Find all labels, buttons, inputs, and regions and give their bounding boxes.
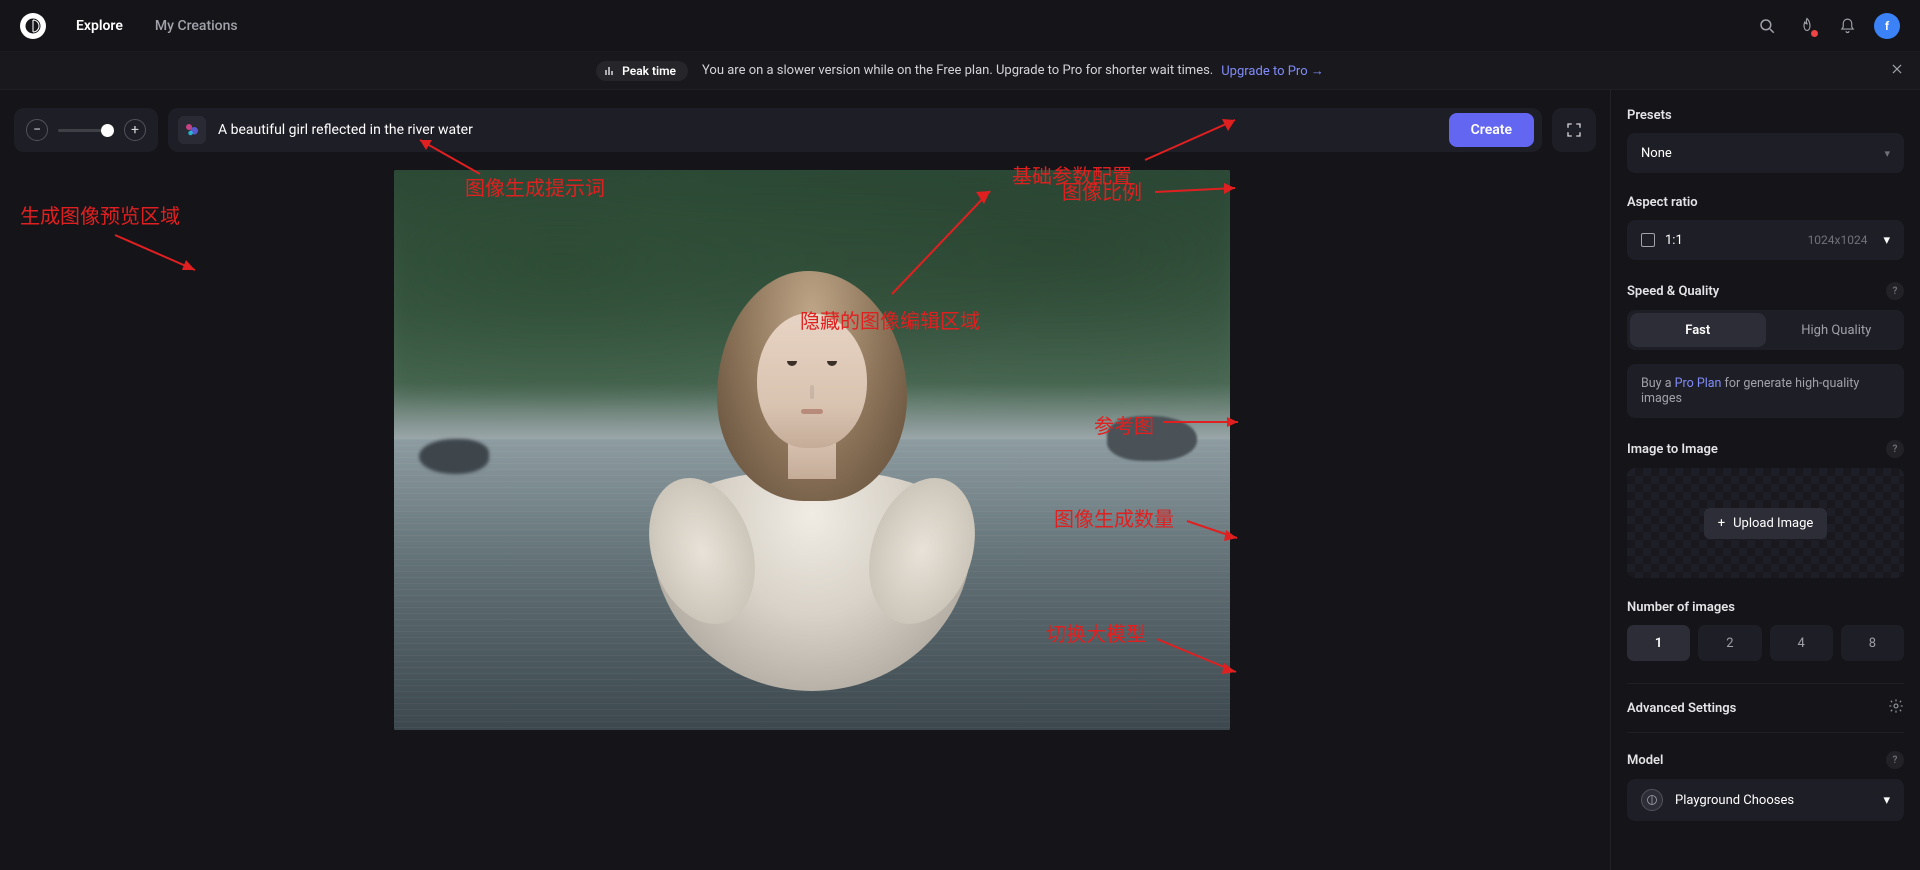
banner-text: You are on a slower version while on the… <box>702 63 1213 78</box>
upgrade-link[interactable]: Upgrade to Pro → <box>1221 63 1324 79</box>
num-8-button[interactable]: 8 <box>1841 625 1904 661</box>
upload-dropzone[interactable]: + Upload Image <box>1627 468 1904 578</box>
zoom-slider[interactable] <box>58 129 114 132</box>
presets-select[interactable]: None ▾ <box>1627 133 1904 173</box>
peak-time-tag: Peak time <box>596 61 688 81</box>
num-4-button[interactable]: 4 <box>1770 625 1833 661</box>
chevron-down-icon: ▾ <box>1883 233 1890 248</box>
preview-area <box>14 156 1610 870</box>
notification-dot <box>1811 30 1818 37</box>
upload-image-button[interactable]: + Upload Image <box>1704 508 1828 539</box>
header: Explore My Creations f <box>0 0 1920 52</box>
aspect-select[interactable]: 1:1 1024x1024 ▾ <box>1627 220 1904 260</box>
gear-icon <box>1888 698 1904 718</box>
chevron-down-icon: ▾ <box>1884 147 1890 160</box>
help-button[interactable]: ? <box>1886 282 1904 300</box>
model-label: Model ? <box>1627 751 1904 769</box>
zoom-in-button[interactable]: + <box>124 119 146 141</box>
canvas-area: − + Create <box>0 90 1610 870</box>
banner-close-button[interactable] <box>1890 60 1904 81</box>
toolbar: − + Create <box>14 104 1610 156</box>
chevron-down-icon: ▾ <box>1883 793 1890 808</box>
expand-button[interactable] <box>1552 108 1596 152</box>
speed-fast-button[interactable]: Fast <box>1630 313 1766 347</box>
zoom-out-button[interactable]: − <box>26 119 48 141</box>
help-button[interactable]: ? <box>1886 751 1904 769</box>
speed-quality-label: Speed & Quality ? <box>1627 282 1904 300</box>
generated-image[interactable] <box>394 170 1230 730</box>
nav-explore[interactable]: Explore <box>76 18 123 34</box>
upsell-banner: Buy a Pro Plan for generate high-quality… <box>1627 364 1904 418</box>
speed-hq-button[interactable]: High Quality <box>1769 310 1905 350</box>
create-button[interactable]: Create <box>1449 113 1534 147</box>
presets-label: Presets <box>1627 108 1904 123</box>
user-avatar[interactable]: f <box>1874 13 1900 39</box>
presets-value: None <box>1641 146 1672 161</box>
search-button[interactable] <box>1750 9 1784 43</box>
aspect-ratio-value: 1:1 <box>1665 233 1683 248</box>
num-2-button[interactable]: 2 <box>1698 625 1761 661</box>
prompt-input[interactable] <box>218 122 1437 138</box>
close-icon <box>1890 62 1904 76</box>
upgrade-banner: Peak time You are on a slower version wh… <box>0 52 1920 90</box>
prompt-style-button[interactable] <box>178 116 206 144</box>
prompt-bar: Create <box>168 108 1542 152</box>
expand-icon <box>1565 121 1583 139</box>
flame-button[interactable] <box>1790 9 1824 43</box>
zoom-control: − + <box>14 108 158 152</box>
pro-plan-link[interactable]: Pro Plan <box>1675 376 1722 391</box>
model-select[interactable]: Playground Chooses ▾ <box>1627 779 1904 821</box>
settings-sidebar: Presets None ▾ Aspect ratio 1:1 1024x102… <box>1610 90 1920 870</box>
speed-quality-toggle: Fast High Quality <box>1627 310 1904 350</box>
bell-icon <box>1839 17 1856 34</box>
sparkle-icon <box>183 121 201 139</box>
aspect-dimensions: 1024x1024 <box>1808 233 1868 247</box>
model-icon <box>1641 789 1663 811</box>
num-1-button[interactable]: 1 <box>1627 625 1690 661</box>
aspect-label: Aspect ratio <box>1627 195 1904 210</box>
num-images-group: 1 2 4 8 <box>1627 625 1904 661</box>
search-icon <box>1758 17 1776 35</box>
plus-icon: + <box>1718 516 1725 531</box>
notifications-button[interactable] <box>1830 9 1864 43</box>
chart-icon <box>604 65 616 77</box>
model-value: Playground Chooses <box>1675 793 1794 808</box>
zoom-thumb[interactable] <box>101 124 114 137</box>
logo-icon <box>24 17 42 35</box>
help-button[interactable]: ? <box>1886 440 1904 458</box>
main-area: − + Create <box>0 90 1920 870</box>
aspect-square-icon <box>1641 233 1655 247</box>
num-images-label: Number of images <box>1627 600 1904 615</box>
app-logo[interactable] <box>20 13 46 39</box>
nav-my-creations[interactable]: My Creations <box>155 18 238 34</box>
i2i-label: Image to Image ? <box>1627 440 1904 458</box>
advanced-settings-toggle[interactable]: Advanced Settings <box>1627 683 1904 733</box>
